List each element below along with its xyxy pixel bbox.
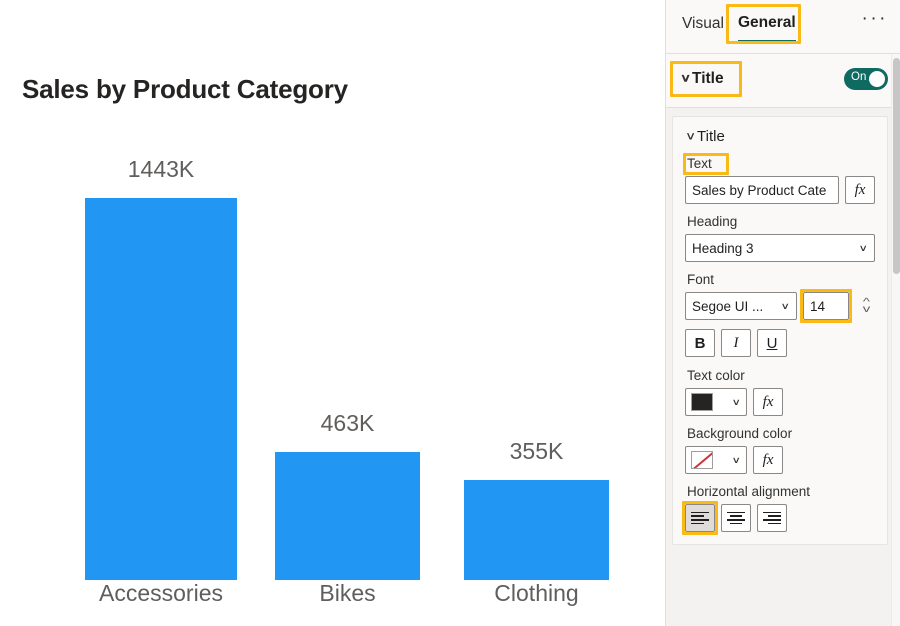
heading-field-label: Heading	[685, 213, 742, 230]
chevron-down-icon: ∨	[685, 130, 697, 143]
chevron-down-icon: ∨	[731, 454, 741, 465]
text-color-picker[interactable]: ∨	[685, 388, 747, 416]
italic-button[interactable]: I	[721, 329, 751, 357]
text-color-swatch	[691, 393, 713, 411]
font-field-label: Font	[685, 271, 719, 288]
background-color-fx-button[interactable]: fx	[753, 446, 783, 474]
text-field-label: Text	[685, 155, 717, 172]
panel-scrollbar[interactable]	[891, 54, 900, 626]
title-section-header[interactable]: ∨Title	[678, 66, 731, 91]
background-color-field-label: Background color	[685, 425, 797, 442]
font-family-value: Segoe UI ...	[692, 299, 763, 314]
format-panel: Visual General ··· ∨Title On ∨Title	[665, 0, 900, 626]
title-section-label: Title	[692, 70, 724, 87]
chart-title: Sales by Product Category	[22, 74, 348, 105]
title-settings-card: ∨Title Text Sales by Product Catе fx Hea…	[672, 116, 888, 545]
category-axis: Accessories Bikes Clothing	[0, 580, 665, 626]
underline-button[interactable]: U	[757, 329, 787, 357]
tab-general[interactable]: General	[732, 10, 802, 36]
font-size-input[interactable]: 14	[803, 292, 849, 320]
chart-plot-area: 1443K 463K 355K	[0, 140, 665, 580]
font-field-row: Segoe UI ... ∨ 14 ^ v	[685, 292, 875, 320]
bar-group-0[interactable]: 1443K	[85, 140, 237, 580]
tab-visual[interactable]: Visual	[676, 11, 730, 37]
category-label-0: Accessories	[85, 580, 237, 607]
tab-selected-underline	[738, 40, 796, 43]
align-center-button[interactable]	[721, 504, 751, 532]
text-color-field-label: Text color	[685, 367, 750, 384]
align-left-button[interactable]	[685, 504, 715, 532]
bar-value-label: 463K	[275, 410, 420, 437]
heading-field-row: Heading 3 ∨	[685, 234, 875, 262]
align-right-button[interactable]	[757, 504, 787, 532]
panel-tab-strip: Visual General ···	[666, 0, 900, 54]
bar-value-label: 1443K	[85, 156, 237, 183]
chevron-down-icon: ∨	[858, 242, 868, 253]
background-color-swatch-none	[691, 451, 713, 469]
overflow-menu-icon[interactable]: ···	[862, 9, 888, 28]
horizontal-alignment-buttons	[685, 504, 875, 532]
heading-value: Heading 3	[692, 241, 754, 256]
title-card-header[interactable]: ∨Title	[685, 127, 875, 145]
font-style-buttons: B I U	[685, 329, 875, 357]
chart-visual[interactable]: Sales by Product Category 1443K 463K 355…	[0, 0, 665, 626]
toggle-knob	[869, 71, 885, 87]
toggle-state-label: On	[851, 71, 866, 83]
title-section-toggle-row[interactable]: ∨Title On	[666, 54, 900, 108]
background-color-row: ∨ fx	[685, 446, 875, 474]
align-right-icon	[763, 512, 781, 524]
background-color-picker[interactable]: ∨	[685, 446, 747, 474]
app-root: Sales by Product Category 1443K 463K 355…	[0, 0, 900, 626]
title-on-off-toggle[interactable]: On	[844, 68, 888, 90]
chevron-down-icon: ∨	[680, 72, 692, 85]
text-fx-button[interactable]: fx	[845, 176, 875, 204]
chevron-down-icon: ∨	[731, 396, 741, 407]
category-label-1: Bikes	[275, 580, 420, 607]
tab-general-label: General	[738, 14, 796, 31]
category-label-2: Clothing	[464, 580, 609, 607]
bar-rect[interactable]	[275, 452, 420, 580]
text-color-fx-button[interactable]: fx	[753, 388, 783, 416]
font-size-stepper[interactable]: ^ v	[855, 292, 877, 320]
horizontal-alignment-label: Horizontal alignment	[685, 483, 815, 500]
align-left-icon	[691, 512, 709, 524]
bold-button[interactable]: B	[685, 329, 715, 357]
stepper-down-icon[interactable]: v	[862, 306, 870, 313]
title-text-input[interactable]: Sales by Product Catе	[685, 176, 839, 204]
bar-rect[interactable]	[85, 198, 237, 580]
chevron-down-icon: ∨	[780, 300, 790, 311]
bar-value-label: 355K	[464, 438, 609, 465]
align-center-icon	[727, 512, 745, 524]
text-color-row: ∨ fx	[685, 388, 875, 416]
heading-dropdown[interactable]: Heading 3 ∨	[685, 234, 875, 262]
panel-scrollbar-thumb[interactable]	[893, 58, 900, 274]
bar-group-1[interactable]: 463K	[275, 140, 420, 580]
title-card-label: Title	[697, 128, 725, 145]
bar-rect[interactable]	[464, 480, 609, 580]
bar-group-2[interactable]: 355K	[464, 140, 609, 580]
font-family-dropdown[interactable]: Segoe UI ... ∨	[685, 292, 797, 320]
text-field-row: Sales by Product Catе fx	[685, 176, 875, 204]
